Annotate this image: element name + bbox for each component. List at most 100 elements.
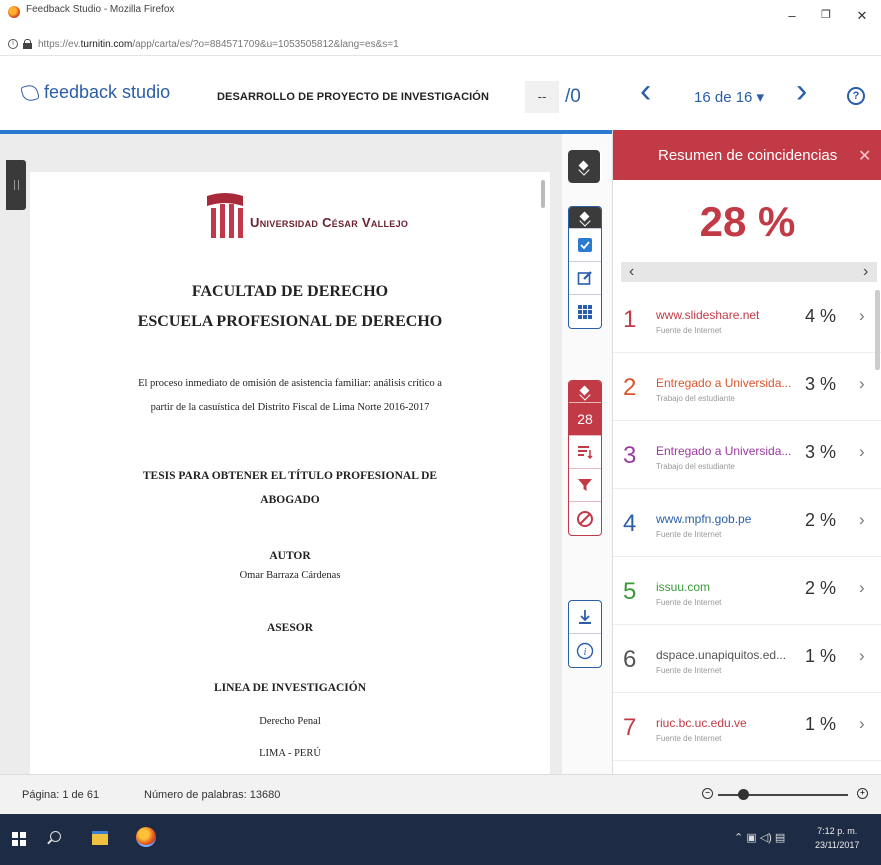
match-percent: 1 % (805, 646, 837, 666)
match-source: dspace.unapiquitos.ed... (656, 648, 787, 662)
windows-start-icon[interactable] (12, 832, 26, 846)
scroll-left-chevron-icon[interactable]: ‹ (629, 262, 634, 282)
match-scroller: ‹ › (621, 262, 877, 282)
filters-button[interactable] (569, 469, 601, 502)
match-item[interactable]: 2 Entregado a Universida... Trabajo del es… (613, 358, 881, 421)
chevron-right-icon[interactable]: › (859, 442, 865, 462)
rubric-button[interactable] (569, 229, 601, 262)
advisor-label: ASESOR (266, 622, 314, 634)
match-item[interactable]: 5 issuu.com Fuente de Internet 2 % › (613, 562, 881, 625)
match-source: riuc.bc.uc.edu.ve (656, 716, 747, 730)
help-icon[interactable]: ? (847, 87, 865, 105)
file-explorer-icon[interactable] (92, 831, 108, 845)
close-window-button[interactable]: ✕ (852, 8, 872, 24)
previous-paper-chevron-icon[interactable]: ‹ (640, 74, 651, 108)
download-button[interactable] (569, 601, 601, 634)
match-rank: 3 (623, 442, 637, 469)
match-item[interactable]: 4 www.mpfn.gob.pe Fuente de Internet 2 % › (613, 494, 881, 557)
chevron-right-icon[interactable]: › (859, 510, 865, 530)
match-rank: 1 (623, 306, 637, 333)
utility-group: i (568, 600, 602, 668)
system-tray-icons[interactable]: ⌃ ▣ ◁) ▤ (734, 831, 785, 844)
firefox-taskbar-icon[interactable] (136, 827, 156, 847)
active-layers-button[interactable] (568, 150, 600, 183)
excluded-sources-button[interactable] (569, 502, 601, 535)
similarity-layer-header[interactable] (569, 381, 601, 403)
match-percent: 2 % (805, 510, 837, 530)
faculty-heading: FACULTAD DE DERECHO (191, 283, 389, 300)
grade-score-input[interactable]: -- (525, 81, 559, 113)
taskbar-clock[interactable]: 7:12 p. m. 23/11/2017 (815, 824, 859, 852)
similarity-layer-group: 28 (568, 380, 602, 536)
windows-taskbar: ⌃ ▣ ◁) ▤ 7:12 p. m. 23/11/2017 (0, 814, 881, 865)
info-circle-icon: i (576, 642, 594, 659)
svg-text:i: i (584, 647, 587, 658)
match-item[interactable]: 7 riuc.bc.uc.edu.ve Fuente de Internet 1 % › (613, 698, 881, 761)
panel-scrollbar[interactable] (875, 290, 880, 370)
thesis-title-line-1: El proceso inmediato de omisión de asist… (138, 378, 442, 389)
match-item[interactable]: 1 www.slideshare.net Fuente de Internet 4 %… (613, 290, 881, 353)
zoom-in-icon[interactable]: + (857, 788, 868, 799)
paper-navigator-dropdown[interactable]: 16 de 16 ▾ (694, 88, 764, 106)
block-icon (577, 510, 593, 527)
chevron-right-icon[interactable]: › (859, 646, 865, 666)
match-item[interactable]: 3 Entregado a Universida... Trabajo del es… (613, 426, 881, 489)
clock-date: 23/11/2017 (815, 840, 860, 850)
match-source: Entregado a Universida... (656, 376, 792, 390)
feedback-summary-button[interactable] (569, 262, 601, 295)
search-icon[interactable] (50, 831, 61, 842)
location: LIMA - PERÚ (259, 748, 321, 759)
etc-grid-button[interactable] (569, 295, 601, 328)
minimize-button[interactable]: – (782, 8, 802, 23)
grading-layer-header[interactable] (569, 207, 601, 229)
page-counter: Página: 1 de 61 (22, 789, 100, 801)
match-percent: 3 % (805, 442, 837, 462)
address-bar[interactable]: i https://ev.turnitin.com/app/carta/es/?… (0, 34, 881, 56)
info-icon[interactable]: i (8, 39, 18, 49)
word-count: Número de palabras: 13680 (144, 789, 281, 801)
match-percent: 1 % (805, 714, 837, 734)
match-source-type: Fuente de Internet (656, 326, 722, 335)
layer-group-top (568, 150, 602, 183)
sources-list-icon (578, 446, 593, 460)
match-source-type: Trabajo del estudiante (656, 462, 735, 471)
chevron-right-icon[interactable]: › (859, 714, 865, 734)
grid-icon (578, 304, 592, 319)
research-line-label: LINEA DE INVESTIGACIÓN (213, 682, 367, 694)
all-sources-button[interactable] (569, 436, 601, 469)
close-panel-icon[interactable]: ✕ (858, 146, 871, 166)
match-rank: 6 (623, 646, 637, 673)
match-rank: 5 (623, 578, 637, 605)
layers-icon (579, 386, 591, 398)
firefox-icon (8, 6, 20, 18)
scroll-right-chevron-icon[interactable]: › (863, 262, 868, 282)
match-percent: 2 % (805, 578, 837, 598)
zoom-out-icon[interactable]: − (702, 788, 713, 799)
match-overview-panel: Resumen de coincidencias ✕ 28 % ‹ › 1 www… (612, 130, 881, 774)
submission-info-button[interactable]: i (569, 634, 601, 667)
chevron-right-icon[interactable]: › (859, 578, 865, 598)
restore-button[interactable]: ❐ (816, 8, 836, 21)
document-scrollbar[interactable] (541, 180, 545, 208)
checkbox-icon (578, 238, 592, 252)
university-name: Universidad César Vallejo (250, 215, 409, 230)
match-rank: 7 (623, 714, 637, 741)
zoom-slider-thumb[interactable] (738, 789, 749, 800)
download-icon (579, 610, 591, 624)
match-source: issuu.com (656, 580, 711, 594)
chevron-right-icon[interactable]: › (859, 306, 865, 326)
url-text[interactable]: https://ev.turnitin.com/app/carta/es/?o=… (38, 39, 399, 50)
lock-icon[interactable] (23, 39, 32, 49)
side-panel-handle[interactable] (6, 160, 26, 210)
author-name: Omar Barraza Cárdenas (239, 570, 341, 581)
chevron-right-icon[interactable]: › (859, 374, 865, 394)
next-paper-chevron-icon[interactable]: › (796, 74, 807, 108)
panel-header: Resumen de coincidencias ✕ (613, 130, 881, 180)
layers-toolbar: 28 i (562, 134, 612, 774)
research-line: Derecho Penal (259, 716, 321, 727)
school-heading: ESCUELA PROFESIONAL DE DERECHO (137, 313, 443, 330)
match-overview-button[interactable]: 28 (569, 403, 601, 436)
match-item[interactable]: 6 dspace.unapiquitos.ed... Fuente de Inter… (613, 630, 881, 693)
match-source: www.mpfn.gob.pe (656, 512, 752, 526)
layers-icon (579, 212, 591, 224)
